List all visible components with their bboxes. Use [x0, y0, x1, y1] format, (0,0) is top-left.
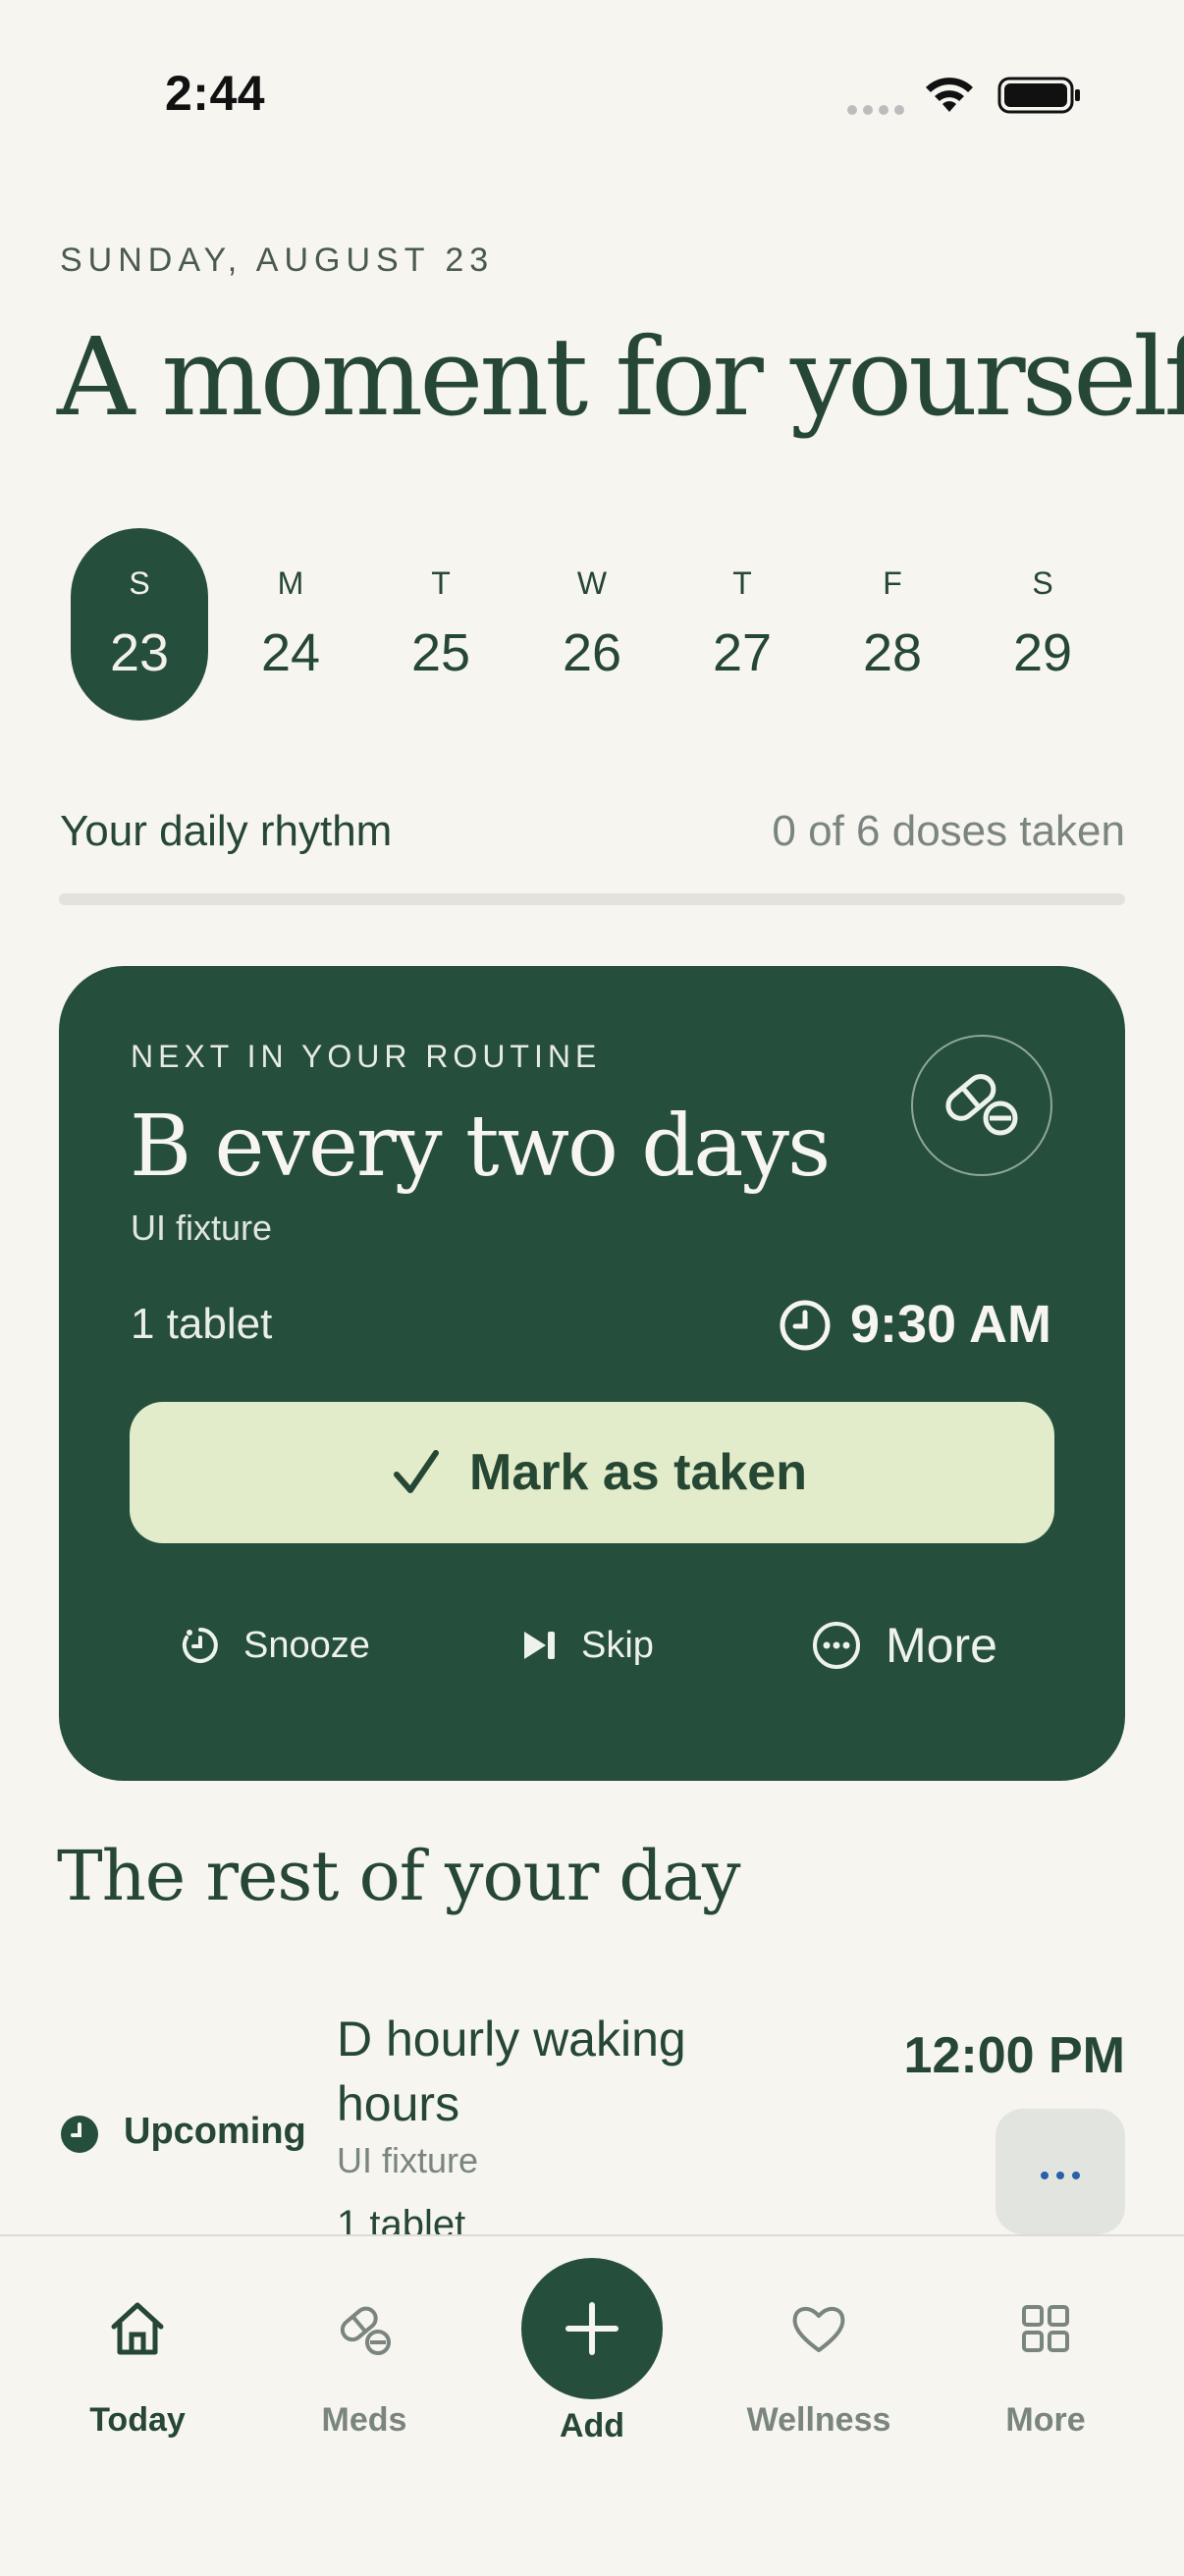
section-title: The rest of your day — [57, 1836, 741, 1916]
clock-filled-icon — [61, 2116, 98, 2153]
skip-button[interactable]: Skip — [522, 1610, 654, 1681]
snooze-icon — [182, 1628, 218, 1663]
next-eyebrow: NEXT IN YOUR ROUTINE — [131, 1039, 602, 1074]
rhythm-label: Your daily rhythm — [60, 807, 393, 855]
tab-meds[interactable]: Meds — [266, 2297, 462, 2439]
doses-count: 0 of 6 doses taken — [772, 807, 1125, 855]
day-number: 24 — [260, 623, 321, 682]
plus-icon — [565, 2302, 619, 2355]
day-letter: W — [576, 565, 608, 601]
next-med-dose: 1 tablet — [131, 1300, 273, 1348]
ellipsis-circle-icon — [813, 1622, 860, 1669]
skip-label: Skip — [581, 1624, 654, 1666]
cellular-signal-icon — [847, 105, 904, 115]
tab-label: More — [1005, 2401, 1086, 2439]
ellipsis-icon — [1041, 2172, 1080, 2179]
day-number: 28 — [862, 623, 923, 682]
day-tuesday[interactable]: T 25 — [372, 528, 510, 721]
week-strip: S 23 M 24 T 25 W 26 T 27 F 28 S 29 — [57, 528, 1127, 721]
day-sunday[interactable]: S 23 — [71, 528, 208, 721]
home-icon — [111, 2302, 164, 2355]
battery-icon — [997, 77, 1080, 114]
dose-time: 12:00 PM — [903, 2027, 1125, 2084]
day-letter: S — [129, 565, 150, 601]
snooze-button[interactable]: Snooze — [181, 1610, 370, 1681]
date-label: SUNDAY, AUGUST 23 — [60, 242, 495, 279]
tab-label: Today — [89, 2401, 186, 2439]
grid-icon — [1022, 2305, 1069, 2352]
day-thursday[interactable]: T 27 — [673, 528, 811, 721]
heart-icon — [792, 2307, 845, 2352]
wifi-icon — [926, 78, 973, 112]
checkmark-icon — [394, 1450, 439, 1493]
tab-label: Wellness — [746, 2401, 891, 2439]
tab-label: Meds — [321, 2401, 407, 2439]
day-letter: F — [883, 565, 902, 601]
pill-badge — [911, 1035, 1052, 1176]
day-number: 29 — [1012, 623, 1073, 682]
add-button[interactable] — [521, 2258, 663, 2399]
clock-icon — [780, 1300, 831, 1351]
pill-icon — [340, 2306, 391, 2355]
dose-med-name[interactable]: D hourly waking hours — [337, 2007, 749, 2136]
more-label: More — [886, 1618, 997, 1673]
page-title: A moment for yourself. — [57, 314, 1184, 440]
dose-more-button[interactable] — [996, 2109, 1125, 2234]
day-letter: T — [732, 565, 752, 601]
dose-status: Upcoming — [124, 2111, 306, 2152]
tab-label: Add — [559, 2407, 625, 2444]
tab-more[interactable]: More — [947, 2297, 1144, 2439]
more-actions-button[interactable]: More — [811, 1610, 997, 1681]
day-wednesday[interactable]: W 26 — [523, 528, 661, 721]
day-number: 27 — [712, 623, 773, 682]
day-saturday[interactable]: S 29 — [974, 528, 1111, 721]
day-number: 23 — [109, 623, 170, 682]
tab-wellness[interactable]: Wellness — [721, 2297, 917, 2439]
day-number: 26 — [562, 623, 622, 682]
rhythm-progress-bar — [59, 893, 1125, 905]
status-time: 2:44 — [165, 66, 266, 121]
snooze-label: Snooze — [243, 1624, 370, 1666]
skip-forward-icon — [524, 1632, 555, 1659]
day-monday[interactable]: M 24 — [222, 528, 359, 721]
mark-as-taken-label: Mark as taken — [469, 1444, 807, 1501]
day-number: 25 — [410, 623, 471, 682]
next-med-name: B every two days — [130, 1098, 831, 1196]
day-friday[interactable]: F 28 — [824, 528, 961, 721]
tab-today[interactable]: Today — [39, 2297, 236, 2439]
pill-icon — [945, 1074, 1018, 1136]
next-med-subtitle: UI fixture — [131, 1208, 273, 1248]
next-med-time: 9:30 AM — [849, 1295, 1051, 1354]
day-letter: M — [277, 565, 304, 601]
day-letter: S — [1032, 565, 1053, 601]
day-letter: T — [431, 565, 451, 601]
dose-med-subtitle: UI fixture — [337, 2140, 479, 2180]
